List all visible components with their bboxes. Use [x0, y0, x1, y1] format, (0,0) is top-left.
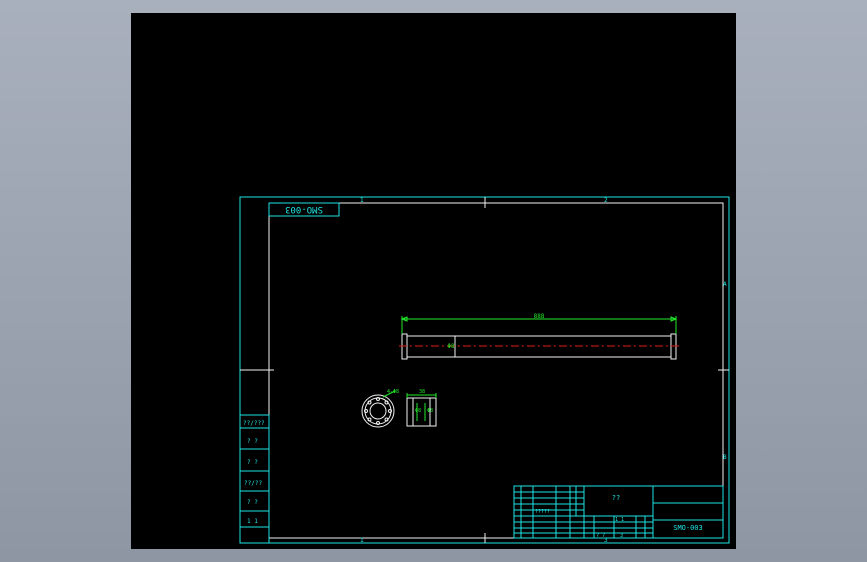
title-bottom-cell-b: 3	[620, 533, 623, 539]
zone-top-2: 2	[604, 197, 608, 204]
rotated-code: SMO-003	[285, 204, 323, 214]
title-bottom-cell-a: ? ?	[596, 533, 605, 539]
side-width-text: 38	[419, 389, 425, 395]
side-table-cell-3: ? ?	[247, 459, 258, 466]
length-dim-text: 888	[534, 313, 545, 320]
side-d1-text: Φ8	[415, 408, 421, 414]
flange-end-view	[361, 390, 396, 428]
side-table-cell-5: ? ?	[247, 499, 258, 506]
side-table-cell-1: ??/???	[243, 420, 265, 427]
zone-bottom-1: 1	[360, 537, 364, 544]
diameter-dim-text: Φ8	[447, 343, 455, 350]
cad-viewport[interactable]: 1 2 1 3 A B SMO-003 ??/??? ? ? ? ? ??/??…	[131, 13, 736, 549]
side-table-cell-2: ? ?	[247, 438, 258, 445]
title-sub-cell: 1 1	[615, 517, 624, 523]
title-block-name: ??	[612, 494, 620, 502]
side-table-cell-6: 1 1	[247, 518, 258, 525]
drawing-frame	[268, 202, 724, 539]
title-scale-label: ?????	[535, 509, 550, 515]
zone-top-1: 1	[360, 197, 364, 204]
zone-right-a: A	[723, 281, 727, 288]
title-block-code: SMO-003	[673, 524, 703, 532]
tube-front-view	[399, 333, 679, 360]
sheet-border	[239, 196, 730, 544]
drawing-sheet: 1 2 1 3 A B SMO-003 ??/??? ? ? ? ? ??/??…	[239, 196, 730, 544]
holes-dim-text: 4-Φ8	[387, 389, 399, 395]
side-table-cell-4: ??/??	[244, 480, 262, 487]
side-d2-text: Φ8	[427, 408, 433, 414]
zone-right-b: B	[723, 454, 727, 461]
